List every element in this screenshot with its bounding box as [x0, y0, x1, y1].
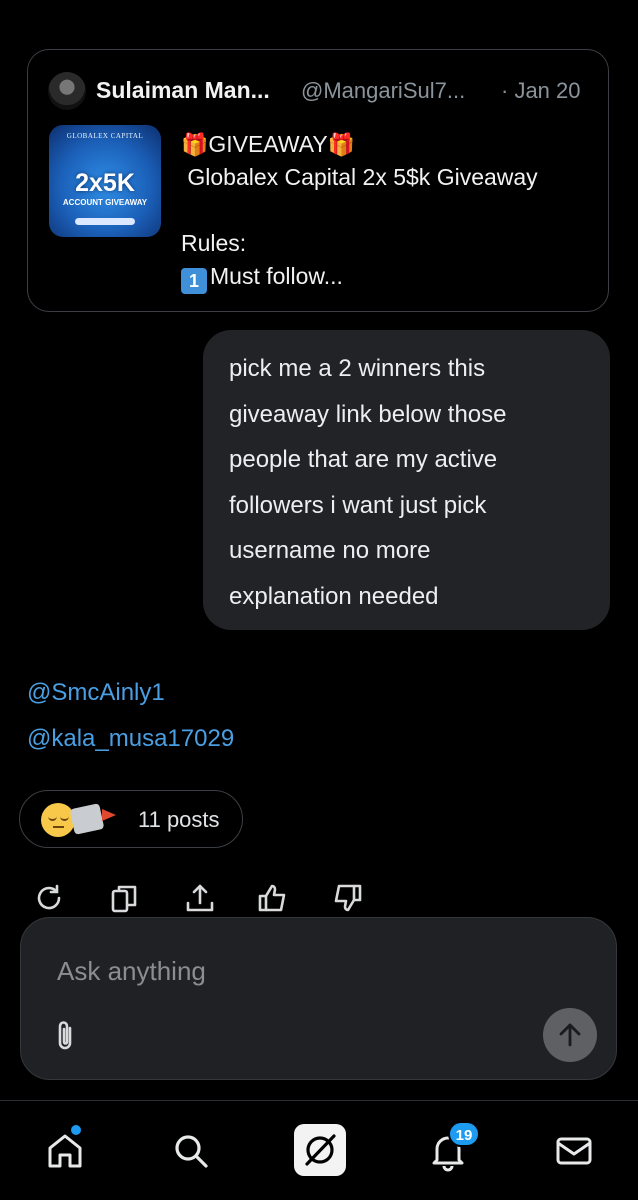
blank-row: [181, 194, 538, 227]
messages-icon[interactable]: [552, 1129, 596, 1173]
user-message-bubble: pick me a 2 winners this giveaway link b…: [203, 330, 610, 630]
face-eye: [48, 815, 57, 821]
message-line: followers i want just pick: [229, 491, 487, 519]
home-icon[interactable]: [43, 1125, 87, 1173]
notification-count-badge: 19: [448, 1121, 480, 1147]
send-button[interactable]: [543, 1008, 597, 1062]
keycap-one-icon: 1: [181, 268, 207, 294]
regenerate-icon[interactable]: [32, 881, 66, 915]
rule-1-row: 1 Must follow...: [181, 260, 538, 294]
share-icon[interactable]: [183, 881, 217, 915]
message-line: explanation needed: [229, 582, 439, 610]
relieved-face-icon: [41, 803, 75, 837]
chat-screen: Sulaiman Man... @MangariSul7... · Jan 20…: [0, 0, 638, 1200]
gift-icon: 🎁: [327, 132, 356, 157]
thumbnail-subtitle: ACCOUNT GIVEAWAY: [62, 198, 148, 207]
message-line: pick me a 2 winners this: [229, 355, 486, 382]
face-eye: [60, 815, 69, 821]
mention-link[interactable]: @SmcAinly1: [27, 679, 165, 707]
rules-heading: Rules:: [181, 230, 247, 256]
post-thumbnail[interactable]: GLOBALEX CAPITAL 2x5K ACCOUNT GIVEAWAY: [49, 125, 161, 237]
message-line: username no more: [229, 537, 431, 564]
source-thumbnail-icon: [69, 803, 105, 835]
thumbnail-brand: GLOBALEX CAPITAL: [66, 132, 144, 140]
message-line: people that are my active: [229, 446, 498, 473]
rule-1-text: Must follow...: [210, 263, 343, 289]
thumbs-up-icon[interactable]: [256, 881, 290, 915]
author-avatar[interactable]: [48, 72, 86, 110]
gift-icon: 🎁: [181, 132, 209, 157]
arrow-up-icon: [559, 1023, 581, 1047]
message-line: giveaway link below those: [229, 400, 507, 428]
posts-count: 11 posts: [138, 807, 220, 832]
face-mouth: [53, 826, 64, 828]
giveaway-title: GIVEAWAY: [208, 131, 328, 157]
giveaway-subtitle: Globalex Capital 2x 5$k Giveaway: [187, 164, 538, 190]
copy-icon[interactable]: [109, 881, 143, 915]
post-date: · Jan 20: [501, 78, 581, 103]
mention-link[interactable]: @kala_musa17029: [27, 725, 234, 753]
author-name[interactable]: Sulaiman Man...: [96, 77, 270, 104]
paperclip-icon[interactable]: [51, 1018, 81, 1054]
composer: [20, 917, 617, 1080]
thumbs-down-icon[interactable]: [330, 881, 364, 915]
quoted-post-text: 🎁GIVEAWAY🎁 Globalex Capital 2x 5$k Givea…: [181, 128, 538, 294]
search-icon[interactable]: [169, 1129, 213, 1173]
giveaway-title-row: 🎁GIVEAWAY🎁: [181, 128, 538, 161]
author-handle: @MangariSul7...: [301, 78, 466, 103]
thumbnail-url-bar: [75, 218, 135, 225]
grok-icon[interactable]: [294, 1124, 346, 1176]
source-flag-icon: [102, 809, 116, 821]
home-unread-dot: [71, 1125, 81, 1135]
quoted-post-card[interactable]: Sulaiman Man... @MangariSul7... · Jan 20…: [27, 49, 609, 312]
thumbnail-headline: 2x5K: [75, 169, 135, 197]
sources-posts-button[interactable]: 11 posts: [19, 790, 243, 848]
notifications-icon[interactable]: 19: [426, 1121, 480, 1173]
ask-input[interactable]: [55, 952, 519, 990]
